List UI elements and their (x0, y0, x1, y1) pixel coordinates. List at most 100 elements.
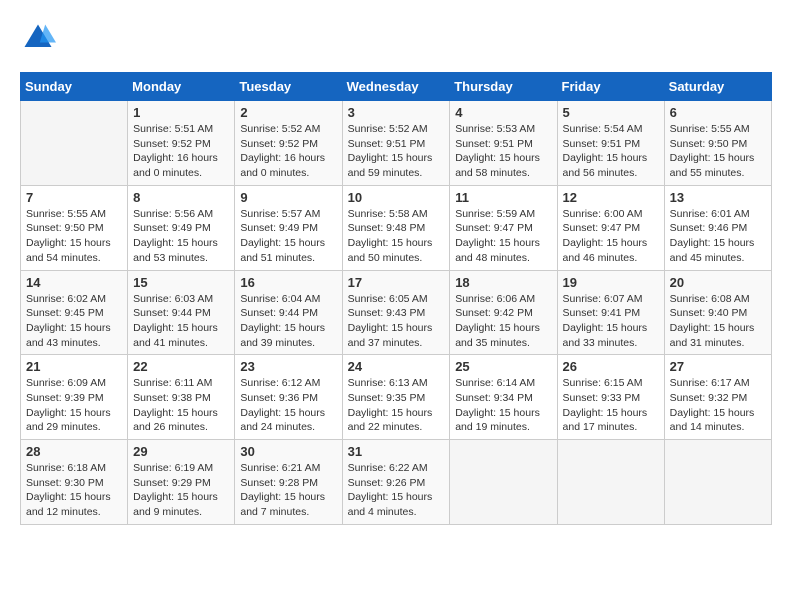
calendar-cell: 6 Sunrise: 5:55 AMSunset: 9:50 PMDaylight… (664, 101, 771, 186)
calendar-cell: 21 Sunrise: 6:09 AMSunset: 9:39 PMDayligh… (21, 355, 128, 440)
calendar-cell: 17 Sunrise: 6:05 AMSunset: 9:43 PMDayligh… (342, 270, 450, 355)
day-info: Sunrise: 6:01 AMSunset: 9:46 PMDaylight:… (670, 207, 766, 266)
day-number: 2 (240, 105, 336, 120)
day-number: 21 (26, 359, 122, 374)
day-info: Sunrise: 6:18 AMSunset: 9:30 PMDaylight:… (26, 461, 122, 520)
day-info: Sunrise: 5:56 AMSunset: 9:49 PMDaylight:… (133, 207, 229, 266)
day-info: Sunrise: 5:54 AMSunset: 9:51 PMDaylight:… (563, 122, 659, 181)
day-info: Sunrise: 6:04 AMSunset: 9:44 PMDaylight:… (240, 292, 336, 351)
day-number: 20 (670, 275, 766, 290)
calendar-cell: 30Sunrise: 6:21 AMSunset: 9:28 PMDayligh… (235, 440, 342, 525)
day-number: 16 (240, 275, 336, 290)
day-number: 3 (348, 105, 445, 120)
calendar-table: SundayMondayTuesdayWednesdayThursdayFrid… (20, 72, 772, 525)
page-header (20, 20, 772, 56)
col-header-friday: Friday (557, 73, 664, 101)
day-info: Sunrise: 6:06 AMSunset: 9:42 PMDaylight:… (455, 292, 551, 351)
day-number: 8 (133, 190, 229, 205)
day-info: Sunrise: 6:00 AMSunset: 9:47 PMDaylight:… (563, 207, 659, 266)
day-info: Sunrise: 6:02 AMSunset: 9:45 PMDaylight:… (26, 292, 122, 351)
day-number: 12 (563, 190, 659, 205)
calendar-cell: 29 Sunrise: 6:19 AMSunset: 9:29 PMDayligh… (128, 440, 235, 525)
calendar-cell (557, 440, 664, 525)
day-info: Sunrise: 5:53 AMSunset: 9:51 PMDaylight:… (455, 122, 551, 181)
calendar-cell: 22 Sunrise: 6:11 AMSunset: 9:38 PMDayligh… (128, 355, 235, 440)
day-info: Sunrise: 6:14 AMSunset: 9:34 PMDaylight:… (455, 376, 551, 435)
day-info: Sunrise: 5:55 AMSunset: 9:50 PMDaylight:… (670, 122, 766, 181)
day-info: Sunrise: 5:51 AMSunset: 9:52 PMDaylight:… (133, 122, 229, 181)
day-number: 5 (563, 105, 659, 120)
calendar-cell: 26 Sunrise: 6:15 AMSunset: 9:33 PMDayligh… (557, 355, 664, 440)
calendar-week-row: 28 Sunrise: 6:18 AMSunset: 9:30 PMDayligh… (21, 440, 772, 525)
calendar-cell: 28 Sunrise: 6:18 AMSunset: 9:30 PMDayligh… (21, 440, 128, 525)
day-number: 10 (348, 190, 445, 205)
day-number: 28 (26, 444, 122, 459)
day-number: 22 (133, 359, 229, 374)
day-number: 26 (563, 359, 659, 374)
day-number: 4 (455, 105, 551, 120)
day-number: 25 (455, 359, 551, 374)
day-info: Sunrise: 6:09 AMSunset: 9:39 PMDaylight:… (26, 376, 122, 435)
col-header-monday: Monday (128, 73, 235, 101)
logo-icon (20, 20, 56, 56)
day-info: Sunrise: 6:07 AMSunset: 9:41 PMDaylight:… (563, 292, 659, 351)
calendar-cell: 8 Sunrise: 5:56 AMSunset: 9:49 PMDaylight… (128, 185, 235, 270)
calendar-cell: 1Sunrise: 5:51 AMSunset: 9:52 PMDaylight… (128, 101, 235, 186)
day-info: Sunrise: 5:52 AMSunset: 9:51 PMDaylight:… (348, 122, 445, 181)
calendar-cell: 5 Sunrise: 5:54 AMSunset: 9:51 PMDaylight… (557, 101, 664, 186)
calendar-header-row: SundayMondayTuesdayWednesdayThursdayFrid… (21, 73, 772, 101)
day-info: Sunrise: 6:12 AMSunset: 9:36 PMDaylight:… (240, 376, 336, 435)
calendar-cell: 18 Sunrise: 6:06 AMSunset: 9:42 PMDayligh… (450, 270, 557, 355)
day-number: 6 (670, 105, 766, 120)
calendar-cell (450, 440, 557, 525)
calendar-cell: 7Sunrise: 5:55 AMSunset: 9:50 PMDaylight… (21, 185, 128, 270)
day-info: Sunrise: 6:15 AMSunset: 9:33 PMDaylight:… (563, 376, 659, 435)
day-info: Sunrise: 6:22 AMSunset: 9:26 PMDaylight:… (348, 461, 445, 520)
calendar-cell: 31 Sunrise: 6:22 AMSunset: 9:26 PMDayligh… (342, 440, 450, 525)
day-info: Sunrise: 5:58 AMSunset: 9:48 PMDaylight:… (348, 207, 445, 266)
calendar-cell: 12 Sunrise: 6:00 AMSunset: 9:47 PMDayligh… (557, 185, 664, 270)
day-info: Sunrise: 5:52 AMSunset: 9:52 PMDaylight:… (240, 122, 336, 181)
day-info: Sunrise: 6:13 AMSunset: 9:35 PMDaylight:… (348, 376, 445, 435)
calendar-cell: 10 Sunrise: 5:58 AMSunset: 9:48 PMDayligh… (342, 185, 450, 270)
logo (20, 20, 60, 56)
calendar-cell: 19 Sunrise: 6:07 AMSunset: 9:41 PMDayligh… (557, 270, 664, 355)
day-number: 31 (348, 444, 445, 459)
calendar-cell: 14 Sunrise: 6:02 AMSunset: 9:45 PMDayligh… (21, 270, 128, 355)
day-info: Sunrise: 6:17 AMSunset: 9:32 PMDaylight:… (670, 376, 766, 435)
day-info: Sunrise: 5:59 AMSunset: 9:47 PMDaylight:… (455, 207, 551, 266)
day-number: 27 (670, 359, 766, 374)
day-info: Sunrise: 6:05 AMSunset: 9:43 PMDaylight:… (348, 292, 445, 351)
calendar-week-row: 7Sunrise: 5:55 AMSunset: 9:50 PMDaylight… (21, 185, 772, 270)
day-number: 24 (348, 359, 445, 374)
calendar-cell: 4 Sunrise: 5:53 AMSunset: 9:51 PMDaylight… (450, 101, 557, 186)
day-number: 7 (26, 190, 122, 205)
col-header-wednesday: Wednesday (342, 73, 450, 101)
calendar-cell: 2 Sunrise: 5:52 AMSunset: 9:52 PMDaylight… (235, 101, 342, 186)
calendar-cell: 11 Sunrise: 5:59 AMSunset: 9:47 PMDayligh… (450, 185, 557, 270)
day-number: 11 (455, 190, 551, 205)
col-header-thursday: Thursday (450, 73, 557, 101)
day-info: Sunrise: 6:19 AMSunset: 9:29 PMDaylight:… (133, 461, 229, 520)
day-number: 9 (240, 190, 336, 205)
col-header-tuesday: Tuesday (235, 73, 342, 101)
day-info: Sunrise: 6:21 AMSunset: 9:28 PMDaylight:… (240, 461, 336, 520)
day-info: Sunrise: 6:11 AMSunset: 9:38 PMDaylight:… (133, 376, 229, 435)
day-number: 14 (26, 275, 122, 290)
calendar-cell: 24 Sunrise: 6:13 AMSunset: 9:35 PMDayligh… (342, 355, 450, 440)
calendar-cell: 13Sunrise: 6:01 AMSunset: 9:46 PMDayligh… (664, 185, 771, 270)
calendar-cell: 27 Sunrise: 6:17 AMSunset: 9:32 PMDayligh… (664, 355, 771, 440)
calendar-week-row: 21 Sunrise: 6:09 AMSunset: 9:39 PMDayligh… (21, 355, 772, 440)
day-number: 17 (348, 275, 445, 290)
calendar-cell (664, 440, 771, 525)
day-info: Sunrise: 5:57 AMSunset: 9:49 PMDaylight:… (240, 207, 336, 266)
day-number: 19 (563, 275, 659, 290)
day-info: Sunrise: 6:08 AMSunset: 9:40 PMDaylight:… (670, 292, 766, 351)
day-number: 18 (455, 275, 551, 290)
day-info: Sunrise: 6:03 AMSunset: 9:44 PMDaylight:… (133, 292, 229, 351)
day-number: 15 (133, 275, 229, 290)
day-number: 29 (133, 444, 229, 459)
calendar-cell: 9 Sunrise: 5:57 AMSunset: 9:49 PMDaylight… (235, 185, 342, 270)
calendar-cell: 23Sunrise: 6:12 AMSunset: 9:36 PMDayligh… (235, 355, 342, 440)
calendar-week-row: 1Sunrise: 5:51 AMSunset: 9:52 PMDaylight… (21, 101, 772, 186)
